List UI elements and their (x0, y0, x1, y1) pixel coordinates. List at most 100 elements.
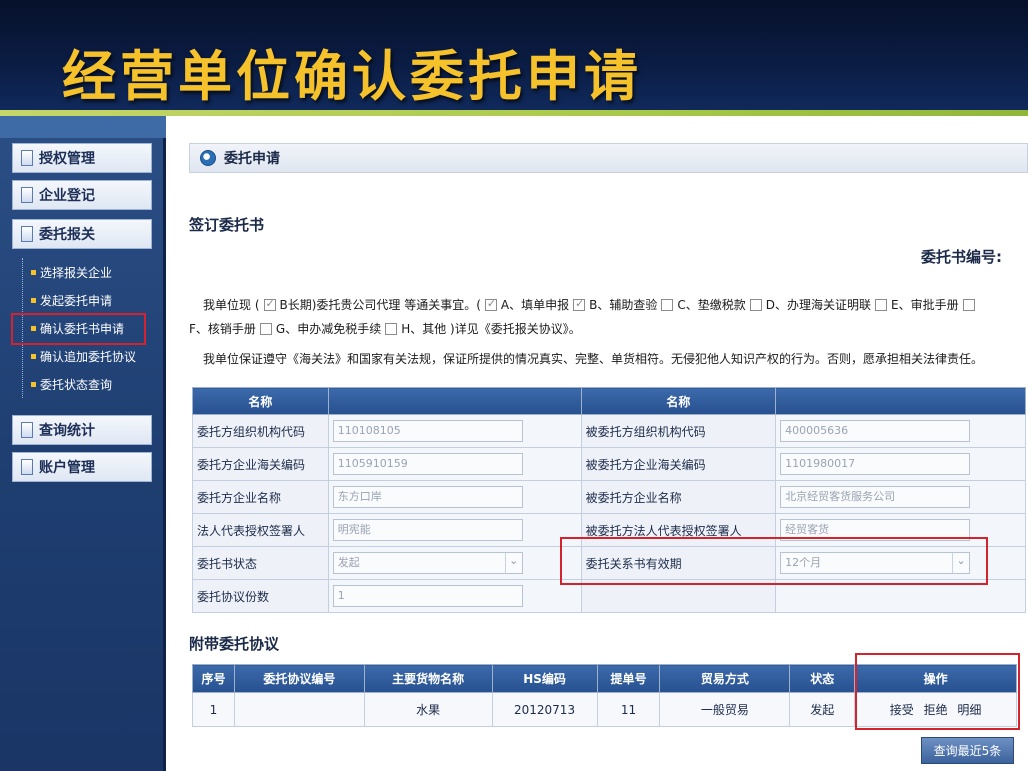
folder-icon (21, 459, 33, 475)
bullet-icon (31, 269, 36, 275)
field-label: 被委托方企业海关编码 (580, 447, 777, 481)
column-header: 名称 (192, 387, 329, 415)
sidebar-item-entrusted-declaration[interactable]: 委托报关 (12, 219, 152, 249)
field-cell: 1101980017 (775, 447, 1026, 481)
goods-name: 水果 (363, 692, 493, 727)
column-header: 贸易方式 (659, 664, 791, 693)
declaration-guarantee: 我单位保证遵守《海关法》和国家有关法规，保证所提供的情况真实、完整、单货相符。无… (203, 352, 984, 366)
decl-text: B长期)委托贵公司代理 等通关事宜。( (279, 298, 481, 312)
checkbox-long-term[interactable] (263, 297, 276, 311)
row-number: 1 (192, 692, 235, 727)
option-e-label: E、审批手册 (891, 298, 959, 312)
sub-item-status-query[interactable]: 委托状态查询 (23, 370, 162, 398)
table-row: 委托方企业名称 东方口岸 被委托方企业名称 北京经贸客货服务公司 (192, 480, 1026, 514)
field-cell: 1105910159 (327, 447, 582, 481)
entrustment-number-label: 委托书编号: (921, 248, 1002, 266)
column-header (775, 387, 1026, 415)
section-sign-title: 签订委托书 (189, 216, 265, 234)
hs-code: 20120713 (491, 692, 598, 727)
field-label: 委托方组织机构代码 (192, 414, 329, 448)
sub-item-initiate-request[interactable]: 发起委托申请 (23, 286, 162, 314)
sidebar-top-strip (0, 116, 166, 138)
folder-icon (21, 150, 33, 166)
checkbox-option-h[interactable] (385, 323, 398, 335)
sidebar-item-label: 授权管理 (39, 151, 95, 167)
option-a-label: A、填单申报 (500, 298, 570, 312)
sub-item-label: 选择报关企业 (40, 265, 113, 280)
agreement-number (233, 692, 365, 727)
sidebar-item-label: 账户管理 (39, 460, 95, 476)
trade-mode: 一般贸易 (659, 692, 791, 727)
client-customs-code-field[interactable]: 1105910159 (332, 453, 523, 475)
field-cell: 东方口岸 (327, 480, 582, 514)
table-header-row: 名称 名称 (192, 387, 1026, 415)
column-header (327, 387, 582, 415)
checkbox-option-g[interactable] (259, 323, 272, 335)
option-h-label: H、其他 )详见《委托报关协议》。 (401, 322, 581, 336)
client-signatory-field[interactable]: 明宪能 (332, 519, 523, 541)
sub-item-select-broker[interactable]: 选择报关企业 (23, 258, 162, 286)
bullet-icon (31, 297, 36, 303)
field-label: 被委托方企业名称 (580, 480, 777, 514)
table-row: 委托方组织机构代码 110108105 被委托方组织机构代码 400005636 (192, 414, 1026, 448)
field-cell: 400005636 (775, 414, 1026, 448)
bullet-icon (31, 353, 36, 359)
field-cell: 1 (327, 579, 582, 613)
column-header: 状态 (789, 664, 856, 693)
status-select[interactable]: 发起 (332, 552, 523, 574)
field-label: 被委托方组织机构代码 (580, 414, 777, 448)
column-header: 委托协议编号 (233, 664, 365, 693)
sidebar-item-label: 企业登记 (39, 188, 95, 204)
highlight-box-sidebar (11, 313, 146, 345)
field-label: 委托协议份数 (192, 579, 329, 613)
decl-text: 我单位现 ( (203, 298, 260, 312)
query-recent-button[interactable]: 查询最近5条 (921, 737, 1014, 764)
checkbox-option-c[interactable] (661, 299, 674, 311)
folder-icon (21, 187, 33, 203)
highlight-box-validity (560, 537, 988, 585)
field-cell: 110108105 (327, 414, 582, 448)
checkbox-option-e[interactable] (875, 299, 888, 311)
checkbox-option-d[interactable] (749, 299, 762, 311)
client-name-field[interactable]: 东方口岸 (332, 486, 523, 508)
agreement-copies-field[interactable]: 1 (332, 585, 523, 607)
bullet-icon (31, 381, 36, 387)
sub-item-label: 确认追加委托协议 (40, 349, 137, 364)
field-cell: 明宪能 (327, 513, 582, 547)
option-g-label: G、申办减免税手续 (275, 322, 382, 336)
option-c-label: C、垫缴税款 (677, 298, 746, 312)
row-status: 发起 (789, 692, 856, 727)
declaration-line-2: F、核销手册 G、申办减免税手续 H、其他 )详见《委托报关协议》。 (189, 320, 581, 337)
bill-number: 11 (596, 692, 661, 727)
sidebar-item-query-statistics[interactable]: 查询统计 (12, 415, 152, 445)
sub-item-confirm-additional-agreement[interactable]: 确认追加委托协议 (23, 342, 162, 370)
sub-item-label: 发起委托申请 (40, 293, 113, 308)
sidebar-item-label: 委托报关 (39, 227, 95, 243)
section-attach-title: 附带委托协议 (189, 635, 280, 653)
checkbox-option-b[interactable] (573, 297, 586, 311)
checkbox-option-f[interactable] (962, 299, 975, 311)
field-cell: 发起 (327, 546, 582, 580)
column-header: HS编码 (491, 664, 598, 693)
checkbox-option-a[interactable] (484, 297, 497, 311)
sidebar-item-authorization[interactable]: 授权管理 (12, 143, 152, 173)
table-row: 委托方企业海关编码 1105910159 被委托方企业海关编码 11019800… (192, 447, 1026, 481)
sidebar: 授权管理 企业登记 委托报关 选择报关企业 发起委托申请 确认委托书申请 确认追… (0, 116, 166, 771)
field-label: 委托书状态 (192, 546, 329, 580)
sidebar-item-label: 查询统计 (39, 423, 95, 439)
field-cell: 北京经贸客货服务公司 (775, 480, 1026, 514)
agent-org-code-field[interactable]: 400005636 (780, 420, 971, 442)
folder-icon (21, 422, 33, 438)
agent-name-field[interactable]: 北京经贸客货服务公司 (780, 486, 971, 508)
sidebar-item-enterprise-registration[interactable]: 企业登记 (12, 180, 152, 210)
client-org-code-field[interactable]: 110108105 (332, 420, 523, 442)
agent-customs-code-field[interactable]: 1101980017 (780, 453, 971, 475)
folder-icon (21, 226, 33, 242)
column-header: 序号 (192, 664, 235, 693)
panel-title: 委托申请 (224, 151, 280, 167)
declaration-line-1: 我单位现 (B长期)委托贵公司代理 等通关事宜。(A、填单申报 B、辅助查验 C、垫… (203, 296, 979, 313)
highlight-box-operations (855, 653, 1020, 730)
column-header: 主要货物名称 (363, 664, 493, 693)
sidebar-item-account-management[interactable]: 账户管理 (12, 452, 152, 482)
column-header: 提单号 (596, 664, 661, 693)
